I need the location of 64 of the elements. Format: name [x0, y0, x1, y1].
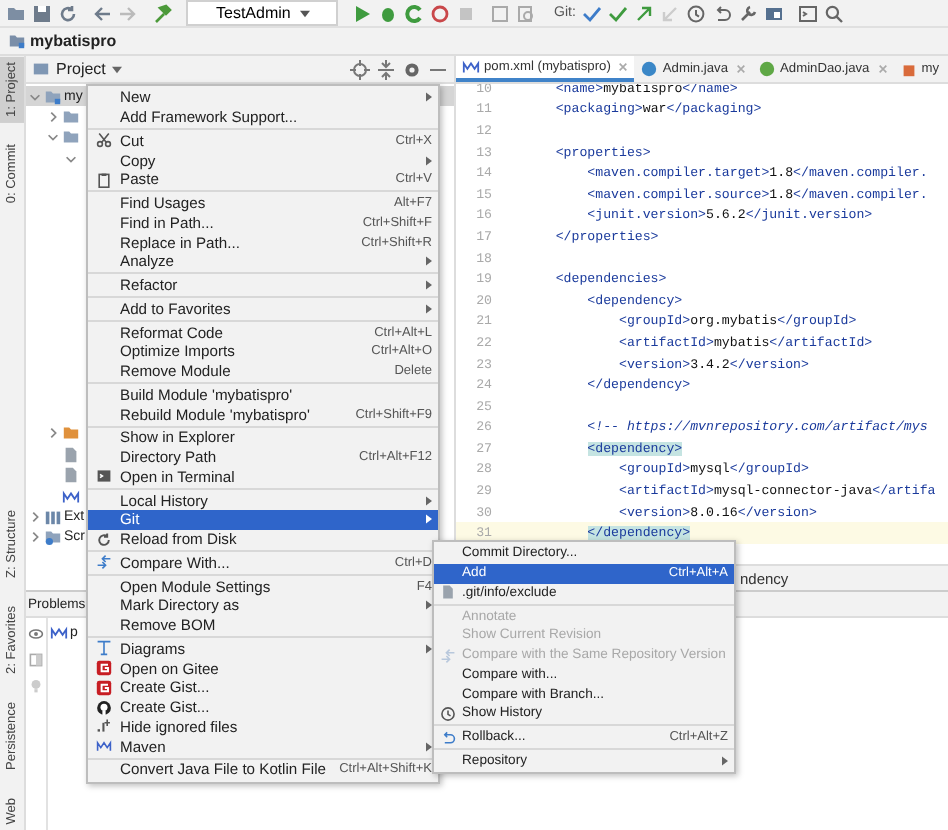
search-icon[interactable]: [823, 3, 844, 23]
settings-icon[interactable]: [402, 59, 422, 79]
refresh-icon: [96, 531, 112, 548]
push-arrow-icon[interactable]: [633, 3, 654, 23]
maven-icon: [50, 624, 68, 642]
clipboard-icon: [96, 171, 112, 188]
back-arrow-icon[interactable]: [92, 3, 112, 23]
panel-title[interactable]: Project: [56, 60, 106, 78]
preview-icon[interactable]: [28, 652, 44, 668]
maven-icon: [462, 58, 480, 76]
history-icon[interactable]: [685, 3, 706, 23]
diagram-icon: [96, 640, 112, 657]
submenu-arrow-icon: [426, 155, 432, 166]
close-icon[interactable]: [736, 64, 747, 74]
jar-icon: [899, 60, 918, 78]
save-icon[interactable]: [32, 3, 52, 23]
search-everywhere-icon[interactable]: [516, 3, 536, 23]
caret-icon: [300, 9, 311, 17]
eye-icon[interactable]: [28, 626, 44, 642]
terminal-icon[interactable]: [797, 3, 818, 23]
caret-icon[interactable]: [111, 65, 122, 73]
update-icon[interactable]: [581, 3, 602, 23]
hidden-file-icon: [96, 718, 112, 735]
locate-icon[interactable]: [350, 59, 370, 79]
submenu-arrow-icon: [426, 256, 432, 267]
debug-icon[interactable]: [378, 3, 398, 23]
octocat-icon: [96, 699, 112, 716]
submenu-arrow-icon: [426, 92, 432, 103]
submenu-arrow-icon: [426, 741, 432, 752]
scissors-icon: [96, 132, 112, 149]
close-icon[interactable]: [877, 64, 888, 74]
module-folder-icon: [44, 87, 62, 106]
project-name[interactable]: mybatispro: [30, 32, 117, 50]
refresh-icon[interactable]: [58, 3, 78, 23]
module-folder-icon: [8, 32, 26, 50]
run-configuration-dropdown[interactable]: TestAdmin: [186, 0, 338, 26]
project-view-icon: [32, 60, 50, 78]
terminal-icon: [96, 468, 112, 485]
collapse-all-icon[interactable]: [376, 59, 396, 79]
clock-icon: [440, 705, 456, 722]
close-icon[interactable]: [618, 62, 629, 72]
class-icon: [640, 60, 659, 78]
undo-icon[interactable]: [711, 3, 732, 23]
interface-icon: [758, 60, 777, 78]
submenu-arrow-icon: [722, 755, 728, 766]
scratch-folder-icon: [44, 528, 62, 547]
window-icon[interactable]: [490, 3, 510, 23]
submenu-arrow-icon: [426, 303, 432, 314]
maven-icon: [62, 487, 80, 506]
submenu-arrow-icon: [426, 280, 432, 291]
compare-arrows-icon: [440, 647, 456, 664]
library-icon: [44, 507, 62, 526]
folder-icon: [62, 424, 80, 443]
submenu-arrow-icon: [426, 643, 432, 654]
hammer-icon[interactable]: [152, 3, 172, 23]
undo-icon: [440, 729, 456, 746]
submenu-arrow-icon: [426, 600, 432, 611]
maven-icon: [96, 738, 112, 755]
commit-check-icon[interactable]: [607, 3, 628, 23]
coverage-icon[interactable]: [404, 3, 424, 23]
wrench-icon[interactable]: [737, 3, 758, 23]
compare-arrows-icon: [96, 554, 112, 571]
project-structure-icon[interactable]: [763, 3, 784, 23]
profile-icon[interactable]: [430, 3, 450, 23]
